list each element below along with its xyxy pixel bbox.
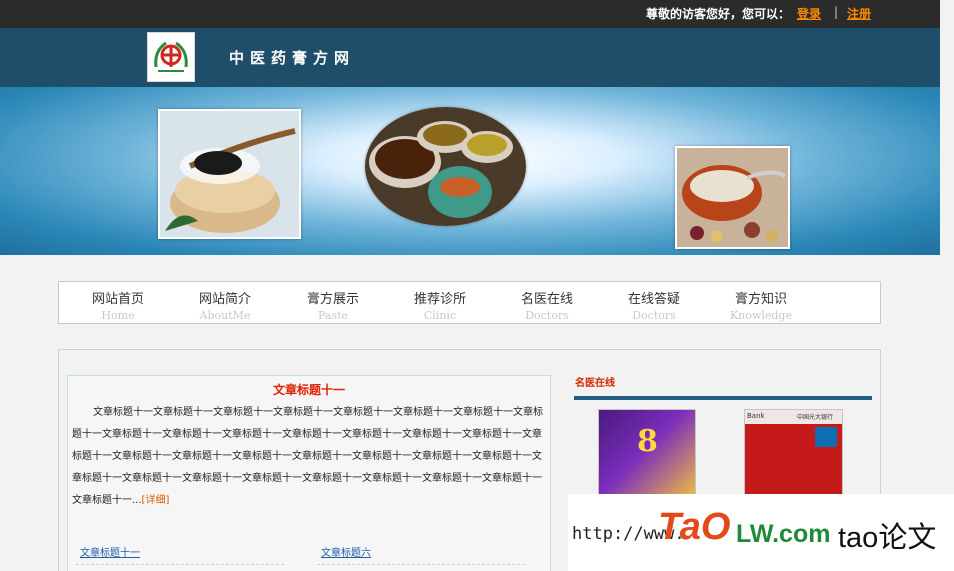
hero-banner: [0, 87, 940, 255]
bank-name-label: 中国光大银行: [797, 414, 834, 421]
nav-item-paste[interactable]: 膏方展示 Paste: [288, 288, 378, 322]
watermark-logo-cn: tao论文: [838, 522, 937, 554]
page: 尊敬的访客您好，您可以： 登录 | 注册 中医药膏方网 网站首页 Home 网站…: [0, 0, 954, 571]
banner-photo-tea-set: [365, 107, 526, 226]
logo-emblem-icon: [154, 41, 188, 72]
list-divider: [317, 564, 525, 565]
nav-item-about[interactable]: 网站简介 AboutMe: [180, 288, 270, 322]
featured-article: 文章标题十一 文章标题十一文章标题十一文章标题十一文章标题十一文章标题十一文章标…: [67, 375, 551, 571]
banner-photo-paste-spoon: [158, 109, 301, 239]
article-more-link[interactable]: [详细]: [142, 495, 170, 506]
bank-label: Bank: [747, 412, 765, 420]
watermark-logo-lw: LW.com: [736, 520, 831, 548]
nav-item-clinic[interactable]: 推荐诊所 Clinic: [395, 288, 485, 322]
article-text: 文章标题十一文章标题十一文章标题十一文章标题十一文章标题十一文章标题十一文章标题…: [72, 407, 543, 506]
side-section-bar: [574, 396, 872, 400]
site-header: 中医药膏方网: [0, 28, 940, 87]
article-list-link[interactable]: 文章标题六: [321, 544, 371, 559]
nav-label-en: AboutMe: [199, 309, 251, 322]
watermark-logo-tao: TaO: [658, 506, 731, 548]
nav-label-en: Clinic: [423, 309, 457, 322]
nav-label-en: Doctors: [525, 309, 569, 322]
nav-label-en: Paste: [317, 309, 349, 322]
promo-number: 8: [637, 424, 658, 459]
site-title: 中医药膏方网: [229, 49, 356, 67]
nav-item-knowledge[interactable]: 膏方知识 Knowledge: [716, 288, 806, 322]
nav-label-cn: 推荐诊所: [413, 292, 466, 307]
main-nav: 网站首页 Home 网站简介 AboutMe 膏方展示 Paste 推荐诊所 C…: [58, 281, 881, 324]
side-section-title: 名医在线: [575, 378, 615, 389]
nav-label-en: Knowledge: [730, 309, 792, 322]
nav-label-cn: 膏方展示: [306, 292, 359, 307]
doctor-image-2[interactable]: Bank 中国光大银行: [744, 409, 843, 504]
nav-label-cn: 在线答疑: [627, 292, 680, 307]
doctor-image-1[interactable]: 8: [598, 409, 696, 504]
article-list-link[interactable]: 文章标题十一: [80, 544, 140, 559]
nav-label-cn: 膏方知识: [734, 292, 787, 307]
nav-item-home[interactable]: 网站首页 Home: [73, 288, 163, 322]
nav-label-en: Home: [101, 309, 135, 322]
nav-label-cn: 名医在线: [520, 292, 573, 307]
article-body: 文章标题十一文章标题十一文章标题十一文章标题十一文章标题十一文章标题十一文章标题…: [72, 402, 548, 512]
nav-label-cn: 网站简介: [198, 292, 251, 307]
site-logo[interactable]: [147, 32, 195, 82]
watermark: http://www. TaO LW.com tao论文: [568, 494, 954, 571]
greeting-text: 尊敬的访客您好，您可以：: [646, 7, 791, 21]
banner-photo-clay-pot: [675, 146, 790, 249]
nav-item-qa[interactable]: 在线答疑 Doctors: [609, 288, 699, 322]
nav-item-doctors[interactable]: 名医在线 Doctors: [502, 288, 592, 322]
top-bar: 尊敬的访客您好，您可以： 登录 | 注册: [0, 0, 940, 28]
article-title[interactable]: 文章标题十一: [68, 381, 550, 398]
unionpay-icon: [815, 427, 837, 447]
register-link[interactable]: 注册: [847, 5, 871, 22]
login-link[interactable]: 登录: [797, 5, 821, 22]
nav-label-cn: 网站首页: [91, 292, 144, 307]
list-divider: [76, 564, 284, 565]
nav-label-en: Doctors: [632, 309, 676, 322]
separator: |: [834, 5, 839, 19]
